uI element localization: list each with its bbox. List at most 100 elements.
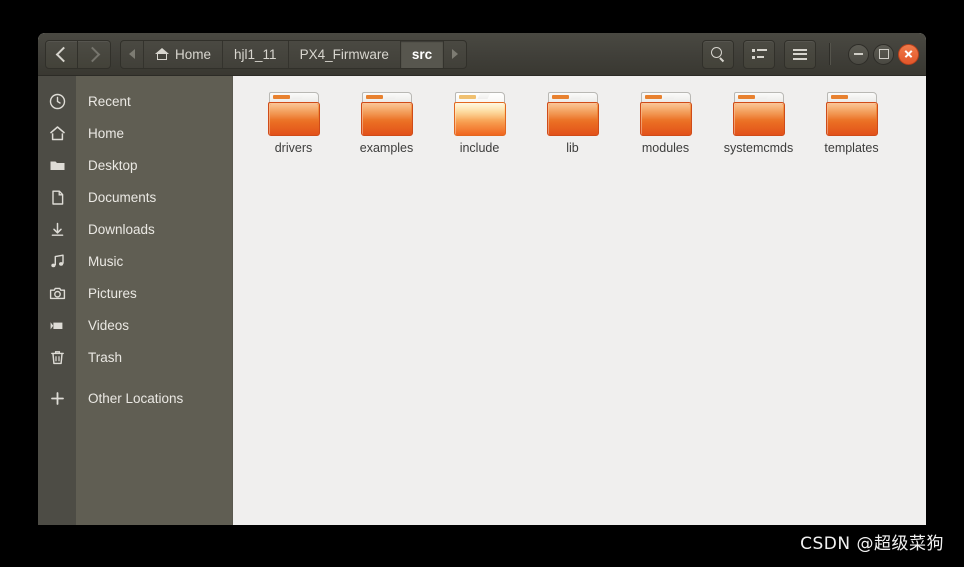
file-list-view[interactable]: drivers examples include lib modules sys… (233, 76, 926, 525)
sidebar-item-desktop[interactable] (38, 149, 76, 181)
folder-icon (732, 92, 785, 136)
sidebar-item-label: Desktop (88, 157, 138, 173)
header-toolbar (702, 39, 919, 69)
sidebar-label-downloads[interactable]: Downloads (76, 213, 232, 245)
breadcrumb-item-hjl1_11[interactable]: hjl1_11 (223, 40, 289, 68)
triangle-left-icon (129, 49, 135, 59)
navigation-button-group (45, 39, 111, 69)
toolbar-separator (829, 43, 831, 65)
file-item-label: drivers (274, 141, 313, 155)
menu-button[interactable] (784, 39, 816, 69)
file-item[interactable]: drivers (247, 88, 340, 155)
sidebar-item-recent[interactable] (38, 85, 76, 117)
sidebar-label-home[interactable]: Home (76, 117, 232, 149)
breadcrumb-item-home[interactable]: Home (144, 40, 224, 68)
sidebar-label-desktop[interactable]: Desktop (76, 149, 232, 181)
file-item[interactable]: modules (619, 88, 712, 155)
music-icon (50, 254, 64, 267)
breadcrumb-item-src[interactable]: src (400, 40, 445, 68)
sidebar-label-videos[interactable]: Videos (76, 309, 232, 341)
file-item[interactable]: lib (526, 88, 619, 155)
camera-icon (49, 287, 65, 299)
sidebar-item-label: Trash (88, 349, 123, 365)
breadcrumb-item-px4-firmware[interactable]: PX4_Firmware (289, 40, 401, 68)
sidebar-item-label: Home (88, 125, 125, 141)
sidebar-item-label: Music (88, 253, 124, 269)
file-item[interactable]: examples (340, 88, 433, 155)
hamburger-menu-icon (793, 48, 807, 60)
sidebar: Recent Home Desktop Documents Downloads … (76, 76, 233, 525)
breadcrumb-item-label: Home (175, 46, 212, 62)
sidebar-item-home[interactable] (38, 117, 76, 149)
chevron-left-icon (55, 46, 71, 62)
document-icon (51, 190, 63, 205)
window-body: Recent Home Desktop Documents Downloads … (38, 76, 926, 525)
file-manager-window: Home hjl1_11 PX4_Firmware src Recent Hom… (38, 33, 926, 525)
triangle-right-icon (452, 49, 459, 59)
chevron-right-icon (84, 46, 101, 62)
close-button[interactable] (898, 43, 919, 65)
sidebar-item-documents[interactable] (38, 181, 76, 213)
screen: Home hjl1_11 PX4_Firmware src Recent Hom… (0, 0, 964, 567)
minimize-icon (854, 53, 863, 55)
sidebar-item-label: Downloads (88, 221, 155, 237)
sidebar-item-pictures[interactable] (38, 277, 76, 309)
folder-icon (639, 92, 692, 136)
header-bar: Home hjl1_11 PX4_Firmware src (38, 33, 926, 76)
file-item[interactable]: systemcmds (712, 88, 805, 155)
file-item-label: examples (359, 141, 414, 155)
maximize-icon (878, 49, 889, 59)
sidebar-label-documents[interactable]: Documents (76, 181, 232, 213)
breadcrumb-item-label: PX4_Firmware (299, 46, 389, 62)
back-button[interactable] (45, 39, 78, 69)
forward-button[interactable] (78, 39, 111, 69)
folder-icon (825, 92, 878, 136)
breadcrumb-scroll-right-button[interactable] (444, 41, 466, 68)
file-grid: drivers examples include lib modules sys… (247, 88, 926, 155)
plus-icon (50, 391, 64, 405)
clock-icon (49, 93, 65, 109)
sidebar-label-recent[interactable]: Recent (76, 85, 232, 117)
sidebar-item-label: Documents (88, 189, 157, 205)
watermark: CSDN @超级菜狗 (800, 534, 944, 554)
file-item-label: include (459, 141, 500, 155)
sidebar-label-pictures[interactable]: Pictures (76, 277, 232, 309)
sidebar-label-music[interactable]: Music (76, 245, 232, 277)
minimize-button[interactable] (848, 43, 869, 65)
folder-icon (267, 92, 320, 136)
maximize-button[interactable] (873, 43, 894, 65)
video-icon (50, 321, 62, 329)
sidebar-item-trash[interactable] (38, 341, 76, 373)
search-button[interactable] (702, 39, 734, 69)
file-item-label: lib (566, 141, 579, 155)
sidebar-item-label: Recent (88, 93, 131, 109)
home-icon (155, 47, 169, 61)
breadcrumb-item-label: hjl1_11 (234, 46, 277, 62)
sidebar-item-other-locations[interactable] (38, 382, 76, 414)
breadcrumb-scroll-left-button[interactable] (121, 40, 144, 68)
window-controls (848, 43, 919, 65)
download-icon (51, 222, 63, 236)
sidebar-item-videos[interactable] (38, 309, 76, 341)
home-icon (49, 125, 65, 140)
file-item-label: systemcmds (723, 141, 794, 155)
breadcrumb: Home hjl1_11 PX4_Firmware src (120, 39, 468, 69)
sidebar-item-music[interactable] (38, 245, 76, 277)
folder-icon (50, 161, 64, 170)
file-item-label: modules (641, 141, 690, 155)
sidebar-item-label: Videos (88, 317, 130, 333)
list-view-icon (751, 48, 767, 60)
close-icon (904, 50, 913, 59)
folder-icon (546, 92, 599, 136)
folder-icon (453, 92, 506, 136)
sidebar-item-label: Other Locations (88, 390, 184, 406)
sidebar-label-trash[interactable]: Trash (76, 341, 232, 373)
view-options-button[interactable] (743, 39, 775, 69)
file-item-label: templates (824, 141, 879, 155)
sidebar-label-other-locations[interactable]: Other Locations (76, 382, 232, 414)
file-item[interactable]: templates (805, 88, 898, 155)
sidebar-item-label: Pictures (88, 285, 137, 301)
file-item[interactable]: include (433, 88, 526, 155)
sidebar-icon-rail (38, 76, 76, 525)
sidebar-item-downloads[interactable] (38, 213, 76, 245)
